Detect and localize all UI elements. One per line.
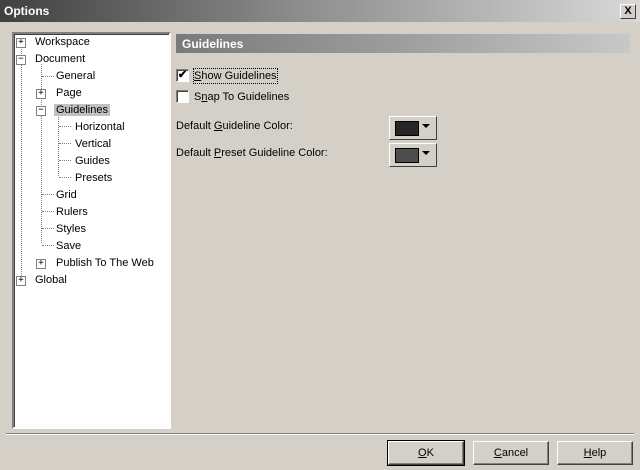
preset-guideline-color-picker[interactable]	[389, 143, 437, 167]
tree-item-document[interactable]: Document	[33, 51, 87, 67]
title-bar: Options X	[0, 0, 640, 22]
checkmark-icon[interactable]: ✔	[176, 69, 189, 82]
color-swatch	[395, 121, 419, 136]
expand-icon[interactable]: +	[16, 276, 26, 286]
tree-item-global[interactable]: Global	[33, 272, 69, 288]
tree-line	[21, 46, 22, 276]
tree-line	[59, 143, 71, 144]
tree-item-guides[interactable]: Guides	[73, 153, 112, 169]
tree-item-horizontal[interactable]: Horizontal	[73, 119, 127, 135]
tree-item-save[interactable]: Save	[54, 238, 83, 254]
help-button[interactable]: Help	[557, 441, 633, 465]
window-title: Options	[4, 4, 50, 18]
options-tree[interactable]: + Workspace − Document General + Page − …	[12, 32, 171, 429]
tree-line	[42, 211, 54, 212]
checkbox-box[interactable]	[176, 90, 189, 103]
tree-item-page[interactable]: Page	[54, 85, 84, 101]
expand-icon[interactable]: +	[16, 38, 26, 48]
tree-line	[42, 76, 54, 77]
tree-line	[59, 126, 71, 127]
dropdown-arrow-icon	[422, 124, 430, 128]
page-title: Guidelines	[182, 37, 244, 51]
guideline-color-picker[interactable]	[389, 116, 437, 140]
tree-line	[59, 160, 71, 161]
preset-guideline-color-label: Default Preset Guideline Color:	[176, 147, 328, 159]
tree-item-publish-to-the-web[interactable]: Publish To The Web	[54, 255, 156, 271]
tree-item-styles[interactable]: Styles	[54, 221, 88, 237]
tree-line	[42, 245, 54, 246]
collapse-icon[interactable]: −	[36, 106, 46, 116]
tree-item-vertical[interactable]: Vertical	[73, 136, 113, 152]
tree-line	[59, 177, 71, 178]
tree-item-workspace[interactable]: Workspace	[33, 34, 92, 50]
tree-line	[58, 114, 59, 176]
divider	[6, 433, 634, 435]
guideline-color-label: Default Guideline Color:	[176, 120, 293, 132]
expand-icon[interactable]: +	[36, 89, 46, 99]
ok-button[interactable]: OK	[387, 440, 465, 466]
color-swatch	[395, 148, 419, 163]
show-guidelines-label: Show Guidelines	[193, 68, 278, 84]
snap-to-guidelines-label: Snap To Guidelines	[194, 91, 290, 103]
page-header: Guidelines	[176, 34, 630, 53]
tree-item-presets[interactable]: Presets	[73, 170, 114, 186]
collapse-icon[interactable]: −	[16, 55, 26, 65]
tree-line	[42, 228, 54, 229]
cancel-button[interactable]: Cancel	[473, 441, 549, 465]
tree-item-general[interactable]: General	[54, 68, 97, 84]
tree-item-grid[interactable]: Grid	[54, 187, 79, 203]
close-button[interactable]: X	[620, 4, 636, 19]
tree-item-guidelines[interactable]: Guidelines	[54, 102, 110, 118]
tree-line	[42, 194, 54, 195]
expand-icon[interactable]: +	[36, 259, 46, 269]
dropdown-arrow-icon	[422, 151, 430, 155]
tree-item-rulers[interactable]: Rulers	[54, 204, 90, 220]
